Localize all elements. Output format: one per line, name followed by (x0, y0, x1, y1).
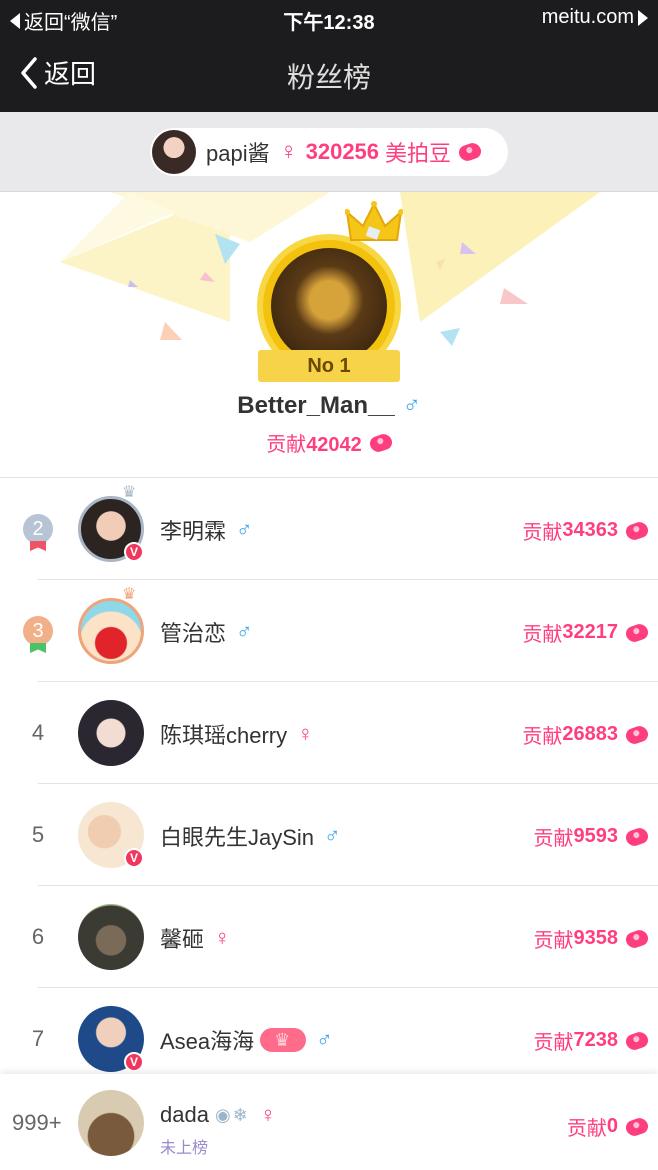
contrib-value: 32217 (562, 621, 618, 643)
bean-icon (623, 1029, 651, 1052)
rank-ribbon: No 1 (258, 350, 400, 382)
avatar[interactable] (78, 700, 144, 766)
contrib-value: 0 (606, 1115, 618, 1137)
top-fan-hero: No 1 Better_Man__ ♂ 贡献42042 (0, 192, 658, 478)
contrib-label: 贡献 (533, 1032, 574, 1054)
user-name[interactable]: 白眼先生JaySin (160, 820, 314, 852)
my-status: 未上榜 (160, 1140, 209, 1157)
male-icon: ♂ (236, 517, 253, 542)
list-item[interactable]: 6 馨砸 ♀ 贡献 9358 (32, 886, 658, 988)
male-icon: ♂ (324, 823, 341, 848)
contrib-value: 42042 (306, 434, 362, 456)
fan-list: 2 ♛ V 李明霖 ♂ 贡献 34363 3 ♛ 管治恋 ♂ 贡献 32217 4 陈琪… (0, 478, 658, 1090)
rank-number: 4 (31, 720, 45, 745)
host-pill[interactable]: papi酱 ♀ 320256 美拍豆 (150, 128, 508, 176)
female-icon: ♀ (259, 1102, 277, 1127)
list-item[interactable]: 5 V 白眼先生JaySin ♂ 贡献 9593 (32, 784, 658, 886)
contrib-label: 贡献 (566, 1118, 607, 1140)
rank-badge: 3 (0, 580, 76, 682)
silver-medal-icon: 2 (23, 514, 53, 544)
male-icon: ♂ (316, 1027, 333, 1052)
bean-icon (367, 431, 394, 455)
contrib-value: 26883 (562, 723, 618, 745)
bean-icon (623, 1115, 651, 1138)
my-name: dada (160, 1102, 209, 1127)
contribution: 贡献 32217 (522, 618, 651, 647)
male-icon: ♂ (402, 392, 421, 419)
status-bar: 返回“微信” 下午12:38 meitu.com (0, 0, 658, 36)
contribution: 贡献 9593 (533, 822, 651, 851)
carrier: meitu.com (542, 6, 648, 29)
bean-icon (623, 621, 651, 644)
contrib-label: 贡献 (522, 624, 563, 646)
my-rank-bar: 999+ dada ◉❄ ♀ 未上榜 贡献 0 (0, 1074, 658, 1170)
user-name[interactable]: Asea海海 (160, 1024, 254, 1056)
top-fan-avatar-image (271, 248, 387, 364)
bean-icon (456, 140, 484, 164)
carrier-label: meitu.com (541, 6, 634, 28)
list-item[interactable]: 3 ♛ 管治恋 ♂ 贡献 32217 (23, 580, 658, 682)
user-name[interactable]: 陈琪瑶cherry (160, 718, 287, 750)
my-contribution: 贡献 0 (566, 1112, 651, 1141)
my-rank: 999+ (12, 1110, 62, 1135)
female-icon: ♀ (279, 138, 298, 165)
host-avatar[interactable] (152, 130, 196, 174)
contrib-label: 贡献 (266, 434, 307, 456)
my-avatar[interactable] (78, 1090, 144, 1156)
rank-badge: 2 (0, 478, 76, 580)
avatar[interactable] (78, 904, 144, 970)
user-name[interactable]: 馨砸 (160, 922, 204, 954)
contrib-value: 9593 (573, 825, 619, 847)
bean-icon (623, 723, 651, 746)
rank-number: 6 (31, 924, 45, 949)
forward-triangle-icon (638, 9, 648, 26)
host-beans: 320256 (305, 139, 380, 164)
bean-icon (623, 519, 651, 542)
bean-icon (623, 927, 651, 950)
contribution: 贡献 26883 (522, 720, 651, 749)
male-icon: ♂ (236, 619, 253, 644)
contrib-label: 贡献 (533, 828, 574, 850)
verified-icon: V (124, 1052, 144, 1072)
vip-badge-icon (260, 1028, 307, 1052)
contrib-label: 贡献 (522, 522, 563, 544)
contribution: 贡献 34363 (522, 516, 651, 545)
crown-icon (345, 201, 403, 241)
silver-crown-icon: ♛ (122, 484, 137, 501)
rank-number: 5 (31, 822, 45, 847)
bean-icon (623, 825, 651, 848)
host-strip: papi酱 ♀ 320256 美拍豆 (0, 112, 658, 192)
user-name[interactable]: 管治恋 (160, 616, 226, 648)
list-item[interactable]: 4 陈琪瑶cherry ♀ 贡献 26883 (32, 682, 658, 784)
list-item[interactable]: 2 ♛ V 李明霖 ♂ 贡献 34363 (23, 478, 658, 580)
level-badge-icon: ◉❄ (214, 1104, 250, 1125)
contrib-value: 34363 (562, 519, 618, 541)
bronze-crown-icon: ♛ (122, 586, 137, 603)
contrib-label: 贡献 (533, 930, 574, 952)
contrib-label: 贡献 (522, 726, 563, 748)
bronze-medal-icon: 3 (23, 616, 53, 646)
female-icon: ♀ (214, 925, 231, 950)
contribution: 贡献 9358 (533, 924, 651, 953)
female-icon: ♀ (297, 721, 314, 746)
top-fan-name[interactable]: Better_Man__ (237, 392, 394, 419)
verified-icon: V (124, 542, 144, 562)
contribution: 贡献 7238 (533, 1026, 651, 1055)
contrib-value: 7238 (573, 1029, 619, 1051)
verified-icon: V (124, 848, 144, 868)
page-title: 粉丝榜 (286, 62, 371, 93)
avatar[interactable] (78, 598, 144, 664)
host-beans-unit: 美拍豆 (385, 141, 452, 166)
nav-bar: 返回 粉丝榜 (0, 36, 658, 112)
host-name: papi酱 (206, 141, 270, 166)
top-fan-name-row: Better_Man__ ♂ (0, 392, 658, 420)
top-fan-contribution: 贡献42042 (0, 428, 658, 457)
contrib-value: 9358 (573, 927, 619, 949)
user-name[interactable]: 李明霖 (160, 514, 226, 546)
